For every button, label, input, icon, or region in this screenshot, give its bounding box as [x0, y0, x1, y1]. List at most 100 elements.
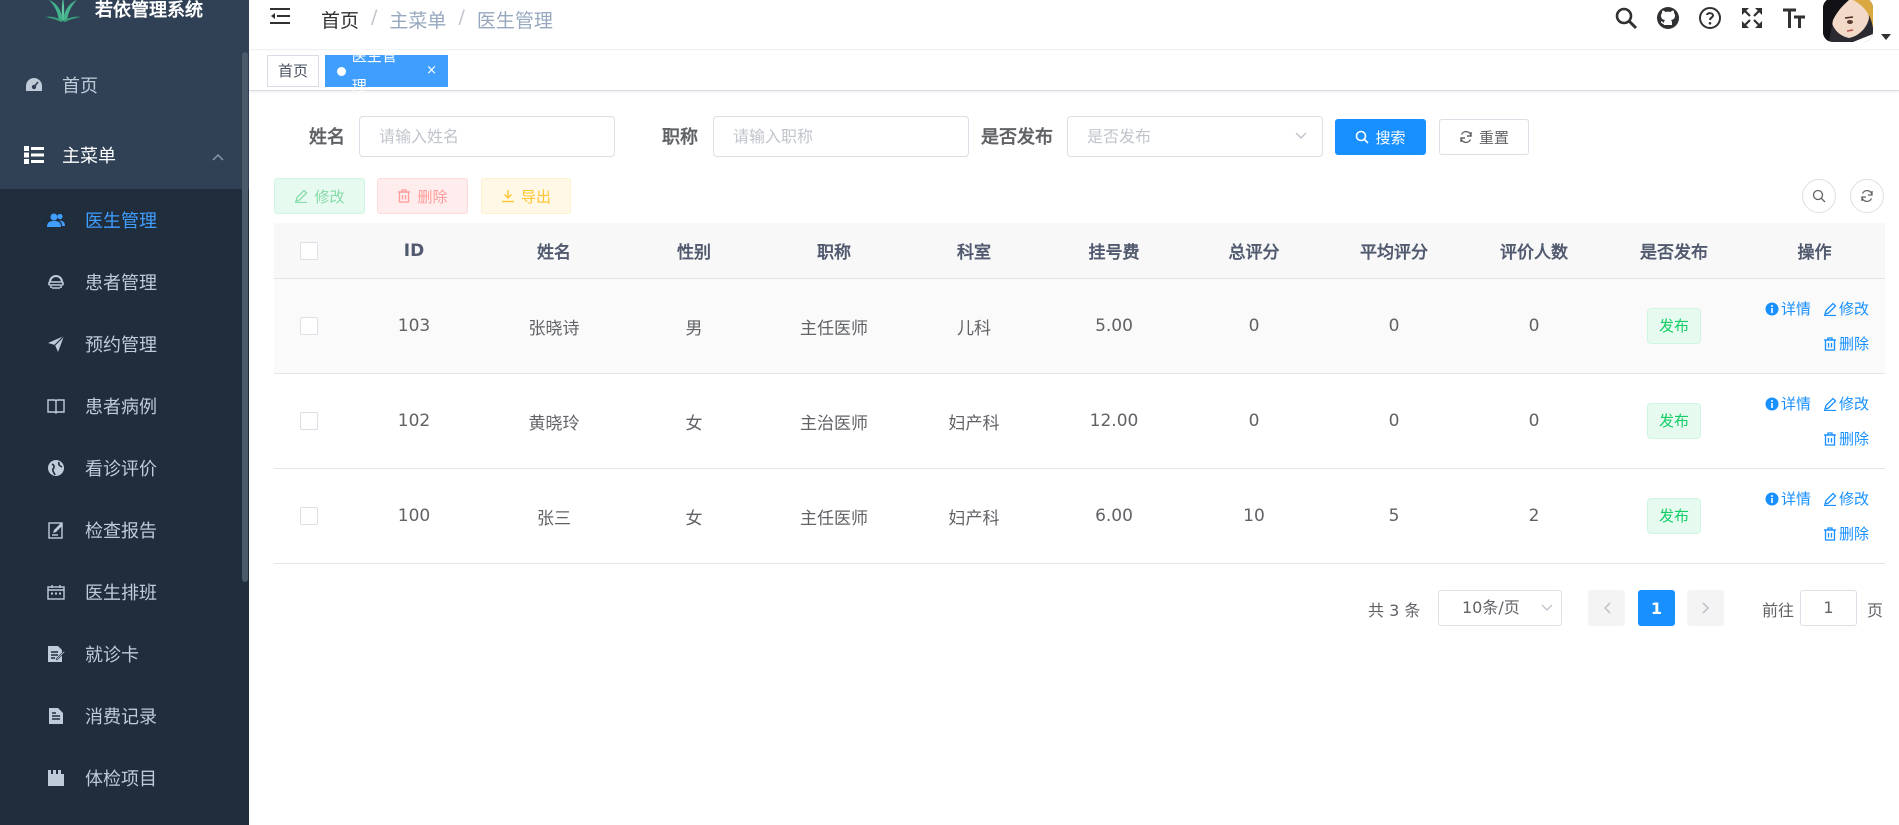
refresh-table-button[interactable]	[1850, 179, 1884, 213]
cell-name: 黄晓玲	[528, 413, 580, 434]
font-size-icon[interactable]	[1773, 0, 1815, 36]
info-icon	[1765, 302, 1779, 315]
sidebar-item-consumption[interactable]: 消费记录	[0, 685, 240, 747]
right-menu	[1605, 0, 1899, 50]
column-header-count: 评价人数	[1500, 243, 1568, 263]
row-checkbox[interactable]	[300, 507, 318, 525]
delete-link[interactable]: 删除	[1823, 523, 1869, 544]
book-icon	[47, 398, 65, 414]
column-header-publish: 是否发布	[1640, 243, 1708, 263]
cell-total: 0	[1248, 411, 1260, 431]
sidebar-item-label: 检查报告	[85, 521, 157, 542]
sidebar-item-label: 医生排班	[85, 583, 157, 604]
delete-link-label: 删除	[1838, 525, 1869, 543]
edit-icon	[1823, 302, 1837, 316]
cell-dept: 妇产科	[948, 508, 1000, 529]
toggle-search-button[interactable]	[1802, 179, 1836, 213]
edit-link[interactable]: 修改	[1823, 488, 1869, 509]
cell-dept: 儿科	[957, 318, 991, 339]
name-input[interactable]: 请输入姓名	[359, 116, 615, 157]
title-input[interactable]: 请输入职称	[713, 116, 969, 157]
close-icon[interactable]: ×	[426, 56, 437, 86]
caret-down-icon[interactable]	[1873, 4, 1899, 40]
document-icon	[47, 707, 65, 725]
trash-icon	[1823, 336, 1836, 351]
search-icon	[1356, 130, 1370, 144]
detail-link[interactable]: 详情	[1765, 393, 1811, 414]
tab-doctor[interactable]: 医生管理 ×	[325, 47, 448, 95]
sidebar-item-label: 体检项目	[85, 769, 157, 790]
publish-select[interactable]: 是否发布	[1067, 116, 1323, 157]
row-checkbox[interactable]	[300, 317, 318, 335]
menu-item-main[interactable]: 主菜单	[0, 124, 249, 186]
github-icon[interactable]	[1647, 0, 1689, 36]
sidebar: 若依管理系统 首页 主菜单 医生管理 患者管理 预约管理 患者病例 看诊评价 检…	[0, 0, 249, 825]
sidebar-item-schedule[interactable]: 医生排班	[0, 561, 240, 623]
hamburger-icon[interactable]	[269, 6, 291, 30]
sidebar-item-appointment[interactable]: 预约管理	[0, 313, 240, 375]
help-icon[interactable]	[1689, 0, 1731, 36]
page-number-current[interactable]: 1	[1638, 590, 1675, 626]
sidebar-item-patient[interactable]: 患者管理	[0, 251, 240, 313]
reset-button-label: 重置	[1478, 128, 1509, 147]
edit-link[interactable]: 修改	[1823, 393, 1869, 414]
sidebar-scrollbar[interactable]	[242, 52, 248, 582]
sidebar-item-label: 医生管理	[85, 211, 157, 232]
table-row[interactable]: 100 张三 女 主任医师 妇产科 6.00 10 5 2 发布 详情 修改 删…	[274, 469, 1885, 564]
detail-link[interactable]: 详情	[1765, 488, 1811, 509]
menu-item-home[interactable]: 首页	[0, 54, 249, 116]
table-row[interactable]: 102 黄晓玲 女 主治医师 妇产科 12.00 0 0 0 发布 详情 修改	[274, 374, 1885, 469]
reset-button[interactable]: 重置	[1439, 119, 1529, 155]
fullscreen-icon[interactable]	[1731, 0, 1773, 36]
next-page-button[interactable]	[1687, 590, 1724, 626]
export-button[interactable]: 导出	[481, 178, 571, 214]
column-header-avg: 平均评分	[1360, 243, 1428, 263]
sidebar-item-doctor[interactable]: 医生管理	[0, 189, 240, 251]
delete-link[interactable]: 删除	[1823, 333, 1869, 354]
row-actions: 详情 修改 删除	[1744, 298, 1885, 354]
goto-page-input[interactable]: 1	[1800, 590, 1857, 626]
search-icon[interactable]	[1605, 0, 1647, 36]
menu-item-home-label: 首页	[62, 76, 98, 97]
column-header-fee: 挂号费	[1088, 243, 1140, 263]
avatar[interactable]	[1823, 0, 1873, 42]
table-row[interactable]: 103 张晓诗 男 主任医师 儿科 5.00 0 0 0 发布 详情 修改 删除	[274, 279, 1885, 374]
chevron-left-icon	[1603, 602, 1611, 614]
cell-title: 主任医师	[800, 508, 868, 529]
edit-icon	[1823, 397, 1837, 411]
prev-page-button[interactable]	[1588, 590, 1625, 626]
sidebar-item-checkup[interactable]: 体检项目	[0, 747, 240, 809]
sidebar-item-card[interactable]: 就诊卡	[0, 623, 240, 685]
trash-icon	[398, 189, 411, 203]
detail-link[interactable]: 详情	[1765, 298, 1811, 319]
delete-link-label: 删除	[1838, 430, 1869, 448]
breadcrumb-item-home[interactable]: 首页	[321, 6, 359, 33]
page-size-select[interactable]: 10条/页	[1438, 590, 1562, 626]
delete-button[interactable]: 删除	[377, 178, 468, 214]
status-badge: 发布	[1646, 308, 1701, 344]
sidebar-item-report[interactable]: 检查报告	[0, 499, 240, 561]
logo[interactable]: 若依管理系统	[0, 0, 249, 34]
goto-label: 前往	[1762, 601, 1795, 620]
edit-button-label: 修改	[314, 187, 345, 206]
breadcrumb-separator: /	[371, 6, 378, 28]
sidebar-item-label: 患者管理	[85, 273, 157, 294]
column-header-sex: 性别	[677, 243, 711, 263]
select-all-checkbox[interactable]	[300, 241, 318, 260]
cell-total: 10	[1243, 506, 1265, 526]
cell-sex: 女	[685, 508, 703, 529]
delete-link[interactable]: 删除	[1823, 428, 1869, 449]
doctor-table: ID 姓名 性别 职称 科室 挂号费 总评分 平均评分 评价人数 是否发布 操作…	[274, 223, 1885, 564]
sidebar-item-label: 看诊评价	[85, 459, 157, 480]
sidebar-item-evaluation[interactable]: 看诊评价	[0, 437, 240, 499]
calendar-icon	[47, 584, 65, 600]
search-icon	[1812, 189, 1826, 203]
edit-button[interactable]: 修改	[274, 178, 365, 214]
row-checkbox[interactable]	[300, 412, 318, 430]
cell-fee: 12.00	[1089, 411, 1139, 431]
tab-home[interactable]: 首页	[267, 55, 319, 87]
sidebar-item-case[interactable]: 患者病例	[0, 375, 240, 437]
cell-sex: 男	[685, 318, 703, 339]
edit-link[interactable]: 修改	[1823, 298, 1869, 319]
search-button[interactable]: 搜索	[1335, 119, 1426, 155]
